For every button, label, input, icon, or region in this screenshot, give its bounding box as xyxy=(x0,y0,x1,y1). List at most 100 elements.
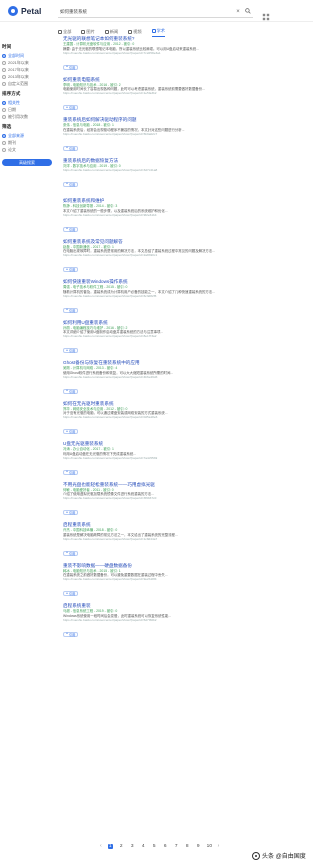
tab-label: 视频 xyxy=(133,28,142,34)
page-number[interactable]: 9 xyxy=(196,844,201,849)
search-box[interactable]: 如何重装系统 × xyxy=(58,7,253,18)
result-url[interactable]: https://xueshu.baidu.com/usercenter/pape… xyxy=(63,168,278,172)
close-icon[interactable]: × xyxy=(233,9,243,15)
time-option[interactable]: 2021年以来 xyxy=(2,59,54,66)
source-option[interactable]: 全部来源 xyxy=(2,132,54,139)
menu-icon[interactable] xyxy=(262,8,270,21)
quote-icon: ❝ xyxy=(66,470,68,475)
result-item: 如何重装电脑系统 李明 - 电脑知识与技术 - 2016 - 被引: 2 电脑使用时… xyxy=(63,77,278,118)
result-item: U盘无光驱重装系统 冯涛 - 办公自动化 - 2017 - 被引: 1 利用U盘启动… xyxy=(63,441,278,482)
cite-button-label: 引用 xyxy=(68,470,76,475)
result-item: 不用光盘也能轻松重装系统——巧用虚拟光驱 何敏 - 电脑爱好者 - 2011 - … xyxy=(63,482,278,523)
cite-button-label: 引用 xyxy=(68,551,76,556)
time-option[interactable]: 全部时间 xyxy=(2,52,54,59)
radio-icon xyxy=(2,114,6,119)
result-url[interactable]: https://xueshu.baidu.com/usercenter/pape… xyxy=(63,496,278,500)
tab-label: 全部 xyxy=(63,28,72,34)
sort-option[interactable]: 日期 xyxy=(2,106,54,113)
quote-icon: ❝ xyxy=(66,510,68,515)
source-option[interactable]: 期刊 xyxy=(2,139,54,146)
cite-button[interactable]: ❝ 引用 xyxy=(63,348,79,354)
page-number[interactable]: 3 xyxy=(130,844,135,849)
cite-button-label: 引用 xyxy=(68,65,76,70)
result-url[interactable]: https://xueshu.baidu.com/usercenter/pape… xyxy=(63,253,278,257)
source-option-label: 论文 xyxy=(8,146,16,152)
radio-icon xyxy=(2,74,6,79)
page-number[interactable]: 4 xyxy=(141,844,146,849)
search-icon[interactable] xyxy=(243,8,253,16)
cite-button-label: 引用 xyxy=(68,389,76,394)
time-option-label: 全部时间 xyxy=(8,52,24,58)
radio-icon xyxy=(2,133,6,138)
cite-button[interactable]: ❝ 引用 xyxy=(63,181,79,187)
cite-button[interactable]: ❝ 引用 xyxy=(63,307,79,313)
cite-button[interactable]: ❝ 引用 xyxy=(63,550,79,556)
cite-button[interactable]: ❝ 引用 xyxy=(63,267,79,273)
radio-icon xyxy=(2,140,6,145)
time-option-label: 2017年以来 xyxy=(8,66,29,72)
cite-button[interactable]: ❝ 引用 xyxy=(63,591,79,597)
cite-button[interactable]: ❝ 引用 xyxy=(63,429,79,435)
quote-icon: ❝ xyxy=(66,105,68,110)
page-number[interactable]: 5 xyxy=(152,844,157,849)
radio-icon xyxy=(2,67,6,72)
quote-icon: ❝ xyxy=(66,182,68,187)
source-option[interactable]: 论文 xyxy=(2,146,54,153)
page-number[interactable]: 1 xyxy=(107,843,113,849)
sort-option[interactable]: 被引用次数 xyxy=(2,113,54,120)
cite-button[interactable]: ❝ 引用 xyxy=(63,64,79,70)
cite-button[interactable]: ❝ 引用 xyxy=(63,145,79,151)
top-bar: Petal 如何重装系统 × xyxy=(0,0,313,22)
result-url[interactable]: https://xueshu.baidu.com/usercenter/pape… xyxy=(63,375,278,379)
time-option[interactable]: 2017年以来 xyxy=(2,66,54,73)
tab-label: 学术 xyxy=(156,28,165,33)
result-item: 重装系统后的数据恢复方法 刘洋 - 数字技术与应用 - 2019 - 被引: 0h… xyxy=(63,158,278,199)
result-url[interactable]: https://xueshu.baidu.com/usercenter/pape… xyxy=(63,618,278,622)
page-number[interactable]: 2 xyxy=(119,844,124,849)
cite-button[interactable]: ❝ 引用 xyxy=(63,226,79,232)
logo[interactable]: Petal xyxy=(8,6,41,16)
cite-button[interactable]: ❝ 引用 xyxy=(63,631,79,637)
result-item: 如何重装系统及常见问题解答 赵磊 - 中国新通信 - 2017 - 被引: 1 在电… xyxy=(63,239,278,280)
result-url[interactable]: https://xueshu.baidu.com/usercenter/pape… xyxy=(63,537,278,541)
result-url[interactable]: https://xueshu.baidu.com/usercenter/pape… xyxy=(63,132,278,136)
time-option[interactable]: 自定义范围 xyxy=(2,80,54,87)
quote-icon: ❝ xyxy=(66,551,68,556)
cite-button-label: 引用 xyxy=(68,106,76,111)
cite-button[interactable]: ❝ 引用 xyxy=(63,469,79,475)
source-option-label: 期刊 xyxy=(8,139,16,145)
time-option-label: 自定义范围 xyxy=(8,80,28,86)
result-url[interactable]: https://xueshu.baidu.com/usercenter/pape… xyxy=(63,91,278,95)
result-url[interactable]: https://xueshu.baidu.com/usercenter/pape… xyxy=(63,577,278,581)
cite-button[interactable]: ❝ 引用 xyxy=(63,105,79,111)
time-option[interactable]: 2013年以来 xyxy=(2,73,54,80)
filter-sidebar: 时间 全部时间 2021年以来 2017年以来 2013年以来 自定义范围 排序方式 相… xyxy=(2,40,54,166)
result-url[interactable]: https://xueshu.baidu.com/usercenter/pape… xyxy=(63,334,278,338)
quote-icon: ❝ xyxy=(66,429,68,434)
next-page-button[interactable]: › xyxy=(218,843,220,849)
sort-option-label: 相关性 xyxy=(8,99,20,105)
page-number[interactable]: 10 xyxy=(207,844,212,849)
page-number[interactable]: 6 xyxy=(163,844,168,849)
cite-button-label: 引用 xyxy=(68,430,76,435)
page-number[interactable]: 7 xyxy=(174,844,179,849)
result-item: 如何利用U盘重装系统 孙丽 - 电脑编程技巧与维护 - 2016 - 被引: 2本… xyxy=(63,320,278,361)
cite-button[interactable]: ❝ 引用 xyxy=(63,388,79,394)
page-number[interactable]: 8 xyxy=(185,844,190,849)
prev-page-button[interactable]: ‹ xyxy=(100,843,102,849)
tab-label: 图片 xyxy=(86,28,95,34)
result-url[interactable]: https://xueshu.baidu.com/usercenter/pape… xyxy=(63,456,278,460)
result-url[interactable]: https://xueshu.baidu.com/usercenter/pape… xyxy=(63,51,278,55)
result-url[interactable]: https://xueshu.baidu.com/usercenter/pape… xyxy=(63,213,278,217)
cite-button[interactable]: ❝ 引用 xyxy=(63,510,79,516)
result-url[interactable]: https://xueshu.baidu.com/usercenter/pape… xyxy=(63,294,278,298)
result-url[interactable]: https://xueshu.baidu.com/usercenter/pape… xyxy=(63,415,278,419)
sort-option[interactable]: 相关性 xyxy=(2,99,54,106)
result-item: 启程重装系统 许杰 - 中国科技纵横 - 2018 - 被引: 0 重装系统是解决电… xyxy=(63,522,278,563)
sort-option-label: 被引用次数 xyxy=(8,113,28,119)
watermark-text: 头条 @自由国度 xyxy=(262,854,306,860)
result-item: 如何快速重装Windows操作系统 周强 - 电子技术与软件工程 - 2015 -… xyxy=(63,279,278,320)
logo-text: Petal xyxy=(21,6,42,16)
search-input[interactable]: 如何重装系统 xyxy=(58,9,233,15)
advanced-search-button[interactable]: 高级搜索 xyxy=(2,159,52,166)
